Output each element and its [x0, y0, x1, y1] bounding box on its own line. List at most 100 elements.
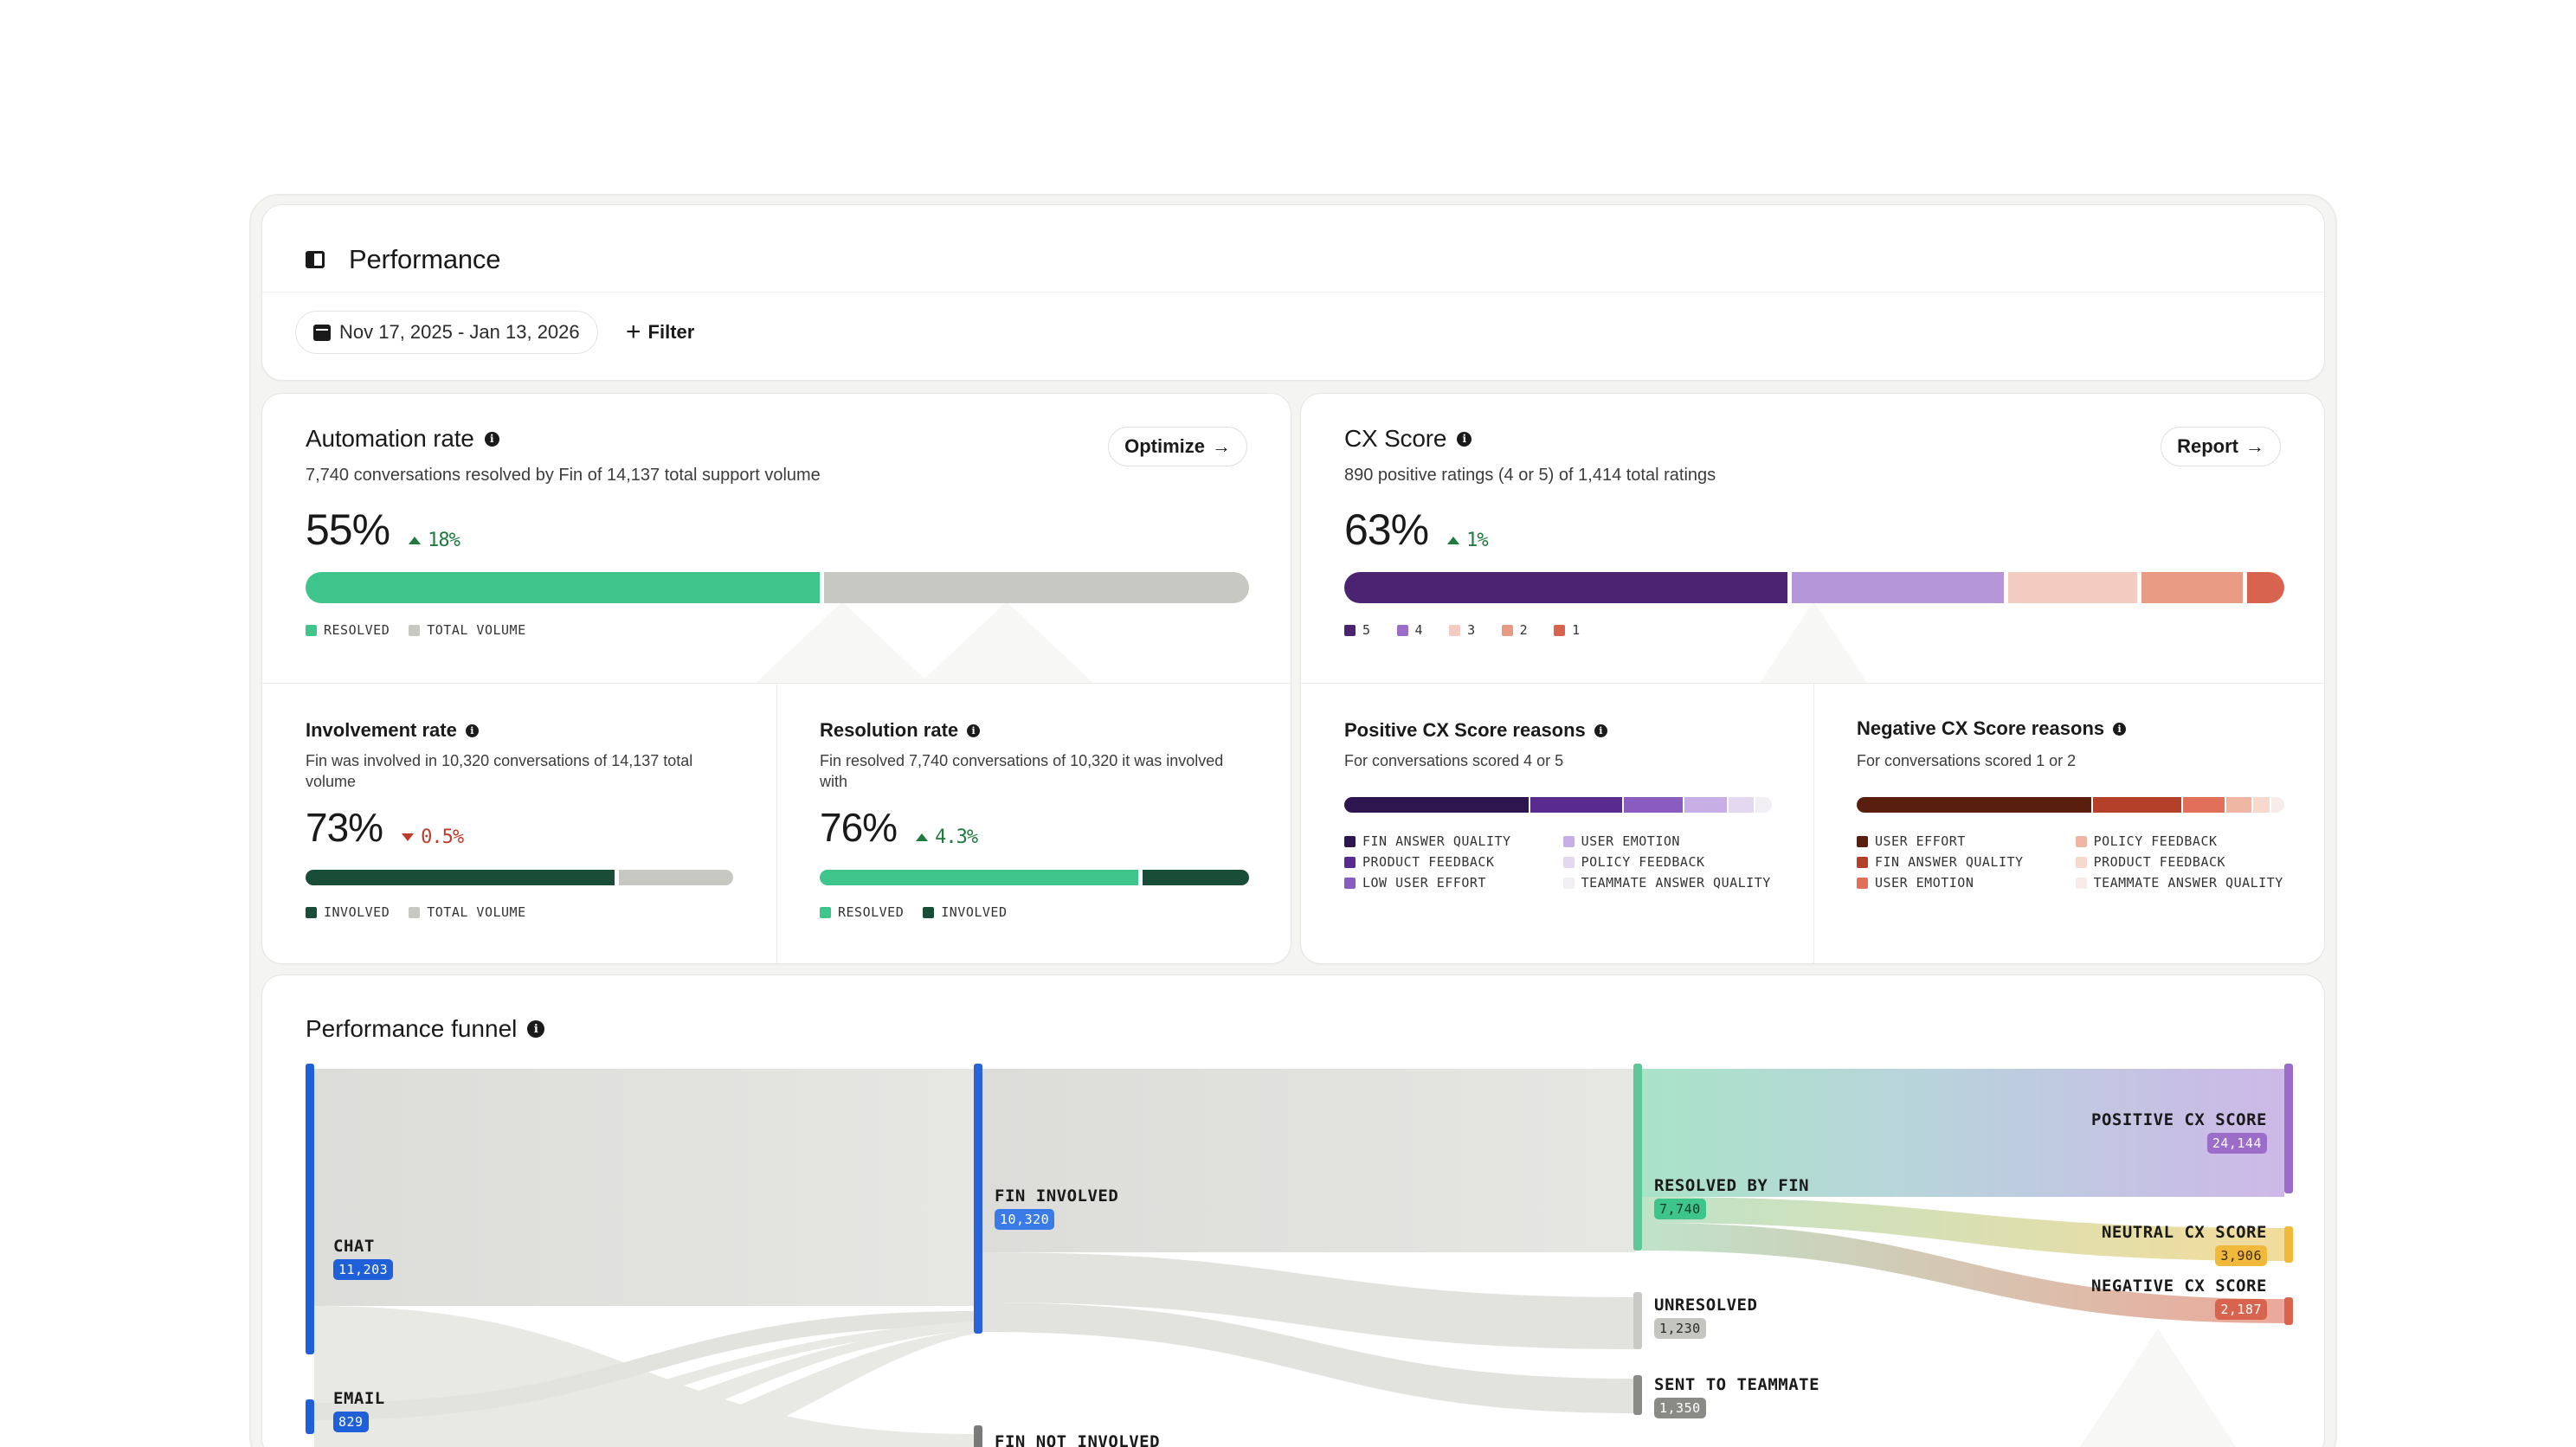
node-bar-positive[interactable] — [2284, 1064, 2293, 1193]
node-bar-negative[interactable] — [2284, 1297, 2293, 1325]
node-bar-resolved[interactable] — [1633, 1064, 1642, 1251]
cx-legend-item: 4 — [1396, 622, 1424, 638]
automation-delta: 18% — [409, 530, 460, 551]
node-value-unresolved: 1,230 — [1654, 1318, 1706, 1339]
legend-swatch — [306, 906, 317, 918]
automation-bar — [306, 572, 1249, 603]
positive-reasons-bar-segment[interactable] — [1344, 797, 1529, 813]
arrow-right-icon: → — [1212, 435, 1231, 457]
funnel-sankey — [306, 1064, 2293, 1447]
node-bar-chat[interactable] — [306, 1064, 314, 1354]
involvement-legend-item: INVOLVED — [306, 904, 390, 920]
positive-reasons-bar-segment[interactable] — [1684, 797, 1727, 813]
legend-label: USER EFFORT — [1875, 833, 1966, 849]
optimize-button[interactable]: Optimize → — [1108, 427, 1247, 466]
legend-swatch — [1857, 856, 1868, 868]
decorative-shape — [756, 601, 929, 683]
node-value-email: 829 — [333, 1412, 369, 1432]
negative-reasons-bar-segment[interactable] — [2271, 797, 2284, 813]
legend-label: FIN ANSWER QUALITY — [1362, 833, 1511, 849]
legend-swatch — [1562, 856, 1575, 868]
legend-label: POLICY FEEDBACK — [2093, 833, 2218, 849]
sidebar-toggle-icon[interactable] — [306, 251, 325, 268]
optimize-label: Optimize — [1124, 435, 1205, 457]
negative-reasons-bar-segment[interactable] — [2253, 797, 2270, 813]
cx-legend-item: 5 — [1344, 622, 1371, 638]
node-value-negative: 2,187 — [2215, 1299, 2267, 1320]
legend-swatch — [1562, 877, 1575, 889]
involvement-value-row: 73% 0.5% — [306, 804, 464, 851]
flow-chat-to-fin-involved[interactable] — [314, 1069, 974, 1306]
resolution-subtitle: Fin resolved 7,740 conversations of 10,3… — [820, 752, 1224, 791]
node-bar-fin-not-involved[interactable] — [974, 1425, 982, 1447]
negative-reasons-legend-item: FIN ANSWER QUALITY — [1857, 854, 2024, 870]
info-icon[interactable]: i — [967, 724, 981, 737]
positive-reasons-title: Positive CX Score reasons i — [1344, 719, 1607, 742]
node-bar-fin-involved[interactable] — [974, 1064, 982, 1334]
info-icon[interactable]: i — [465, 724, 479, 737]
negative-reasons-bar-segment[interactable] — [2226, 797, 2252, 813]
cx-bar — [1344, 572, 2284, 603]
legend-swatch — [409, 906, 421, 918]
legend-swatch — [2075, 835, 2087, 847]
positive-reasons-bar-segment[interactable] — [1530, 797, 1623, 813]
legend-label: USER EMOTION — [1581, 833, 1680, 849]
automation-value: 55% — [306, 505, 390, 554]
negative-reasons-title-text: Negative CX Score reasons — [1857, 717, 2105, 739]
card-divider-vertical — [1813, 683, 1814, 963]
node-label-positive: POSITIVE CX SCORE — [2091, 1110, 2267, 1129]
card-divider — [1301, 683, 2324, 684]
info-icon[interactable]: i — [1594, 724, 1607, 737]
positive-reasons-bar — [1344, 797, 1773, 813]
resolution-bar-segment[interactable] — [820, 870, 1139, 885]
positive-reasons-subtitle: For conversations scored 4 or 5 — [1344, 752, 1564, 769]
resolution-legend-item: RESOLVED — [820, 904, 904, 920]
date-range-label: Nov 17, 2025 - Jan 13, 2026 — [339, 321, 580, 343]
negative-reasons-legend-item: PRODUCT FEEDBACK — [2075, 854, 2283, 870]
cx-bar-segment[interactable] — [2007, 572, 2138, 603]
positive-reasons-bar-segment[interactable] — [1755, 797, 1773, 813]
node-bar-unresolved[interactable] — [1633, 1292, 1642, 1349]
automation-delta-text: 18% — [428, 530, 460, 551]
cx-title-text: CX Score — [1344, 425, 1447, 452]
info-icon[interactable]: i — [2113, 722, 2127, 736]
node-value-fin-involved: 10,320 — [995, 1209, 1055, 1230]
filter-button[interactable]: + Filter — [626, 311, 694, 354]
header-card: Performance Nov 17, 2025 - Jan 13, 2026 … — [261, 204, 2325, 381]
negative-reasons-bar-segment[interactable] — [1857, 797, 2092, 813]
legend-label: LOW USER EFFORT — [1362, 875, 1486, 891]
involvement-bar-segment[interactable] — [306, 870, 615, 885]
involvement-legend: INVOLVED TOTAL VOLUME — [306, 904, 526, 920]
header-divider — [262, 292, 2324, 293]
node-value-neutral: 3,906 — [2215, 1245, 2267, 1266]
resolution-value: 76% — [820, 805, 898, 850]
cx-bar-segment[interactable] — [2247, 572, 2284, 603]
report-button[interactable]: Report → — [2161, 427, 2281, 466]
resolution-bar-segment[interactable] — [1143, 870, 1249, 885]
cx-bar-segment[interactable] — [1344, 572, 1787, 603]
negative-reasons-bar-segment[interactable] — [2093, 797, 2181, 813]
automation-bar-segment[interactable] — [824, 572, 1249, 603]
positive-reasons-bar-segment[interactable] — [1624, 797, 1684, 813]
legend-swatch — [409, 624, 421, 636]
node-value-sent-to-teammate: 1,350 — [1654, 1398, 1706, 1418]
node-bar-email[interactable] — [306, 1399, 314, 1434]
resolution-legend-item: INVOLVED — [923, 904, 1007, 920]
legend-swatch — [820, 906, 831, 918]
info-icon[interactable]: i — [484, 431, 499, 447]
date-range-picker[interactable]: Nov 17, 2025 - Jan 13, 2026 — [295, 311, 598, 354]
node-label-unresolved: UNRESOLVED — [1654, 1296, 1758, 1315]
info-icon[interactable]: i — [1457, 431, 1472, 447]
resolution-legend: RESOLVED INVOLVED — [820, 904, 1008, 920]
flow-fin-involved-to-resolved[interactable] — [982, 1069, 1635, 1252]
cx-bar-segment[interactable] — [2141, 572, 2244, 603]
legend-swatch — [2075, 856, 2087, 868]
node-bar-sent-to-teammate[interactable] — [1633, 1375, 1642, 1415]
positive-reasons-bar-segment[interactable] — [1728, 797, 1754, 813]
involvement-title-text: Involvement rate — [306, 719, 457, 741]
cx-bar-segment[interactable] — [1791, 572, 2004, 603]
automation-bar-segment[interactable] — [306, 572, 821, 603]
involvement-bar-segment[interactable] — [618, 870, 733, 885]
node-bar-neutral[interactable] — [2284, 1226, 2293, 1263]
negative-reasons-bar-segment[interactable] — [2182, 797, 2225, 813]
